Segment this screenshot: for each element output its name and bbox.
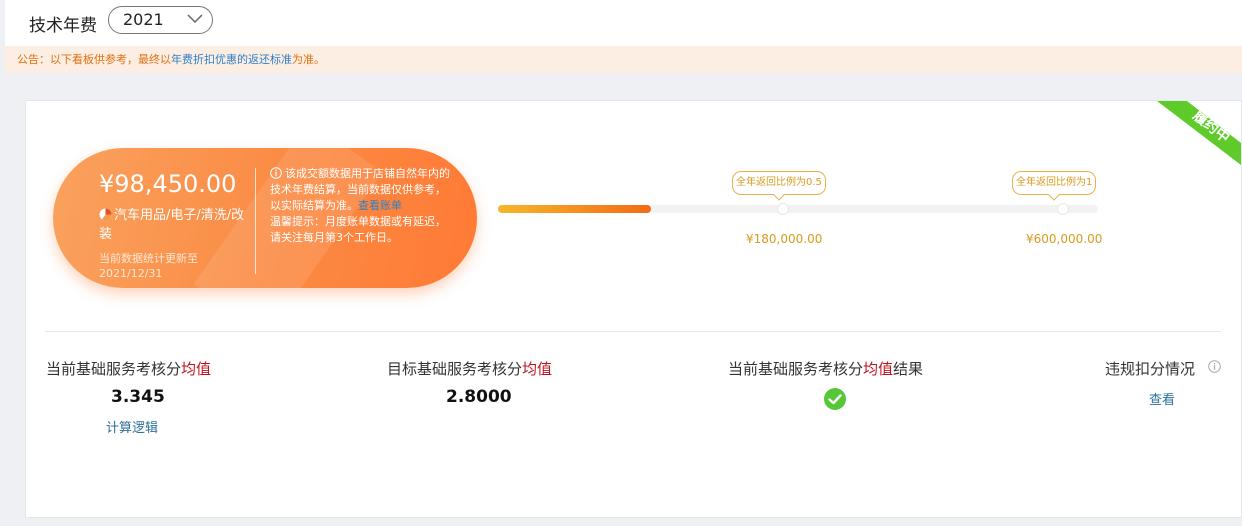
year-label: 技术年费 bbox=[29, 16, 97, 36]
category-text: 汽车用品/电子/清洗/改装 bbox=[99, 206, 249, 244]
violation-label: 违规扣分情况 bbox=[1105, 360, 1196, 378]
target-score-label: 目标基础服务考核分均值 bbox=[387, 360, 553, 378]
pill-divider bbox=[255, 168, 256, 274]
notice-suffix: 为准。 bbox=[292, 53, 325, 66]
fee-card: 履约中 ¥98,450.00 汽车用品/电子/清洗/改装 当前数据统计更新至 20… bbox=[25, 100, 1242, 518]
notice-bar: 公告：以下看板供参考，最终以年费折扣优惠的返还标准为准。 bbox=[5, 46, 1242, 73]
view-violation-link[interactable]: 查看 bbox=[1149, 389, 1175, 408]
current-score-label: 当前基础服务考核分均值 bbox=[46, 360, 212, 378]
summary-pill: ¥98,450.00 汽车用品/电子/清洗/改装 当前数据统计更新至 2021/1… bbox=[53, 148, 477, 288]
update-info: 当前数据统计更新至 2021/12/31 bbox=[99, 251, 249, 281]
milestone-node-2 bbox=[1057, 203, 1069, 215]
year-select-value: 2021 bbox=[123, 10, 164, 29]
milestone-tag-2: 全年返回比例为1 bbox=[1012, 171, 1097, 195]
view-bill-link[interactable]: 查看账单 bbox=[358, 199, 402, 212]
tip-text: 温馨提示：月度账单数据或有延迟，请关注每月第3个工作日。 bbox=[270, 215, 446, 244]
chevron-down-icon bbox=[187, 14, 203, 24]
year-select[interactable]: 2021 bbox=[108, 6, 213, 34]
section-divider bbox=[45, 331, 1221, 332]
target-score-value: 2.8000 bbox=[446, 387, 512, 407]
progress-track bbox=[498, 205, 1098, 213]
top-bar: 技术年费 2021 bbox=[5, 0, 1242, 46]
milestone-amount-2: ¥600,000.00 bbox=[1026, 232, 1103, 246]
status-ribbon: 履约中 bbox=[1157, 101, 1241, 165]
milestone-tag-1: 全年返回比例为0.5 bbox=[732, 171, 826, 195]
pie-chart-icon bbox=[99, 208, 112, 221]
check-circle-icon bbox=[824, 388, 846, 410]
info-icon bbox=[270, 167, 282, 179]
summary-amount: ¥98,450.00 bbox=[99, 170, 237, 198]
milestone-node-1 bbox=[777, 203, 789, 215]
notice-link[interactable]: 年费折扣优惠的返还标准 bbox=[171, 53, 292, 66]
calculation-logic-link[interactable]: 计算逻辑 bbox=[106, 417, 158, 436]
question-icon[interactable] bbox=[1208, 360, 1221, 373]
milestone-amount-1: ¥180,000.00 bbox=[746, 232, 823, 246]
category-label: 汽车用品/电子/清洗/改装 bbox=[99, 208, 245, 242]
progress-fill bbox=[498, 205, 651, 213]
update-date: 2021/12/31 bbox=[99, 267, 163, 280]
current-score-value: 3.345 bbox=[111, 387, 165, 407]
update-label: 当前数据统计更新至 bbox=[99, 252, 198, 265]
notice-prefix: 公告：以下看板供参考，最终以 bbox=[17, 53, 171, 66]
pill-info: 该成交额数据用于店铺自然年内的技术年费结算，当前数据仅供参考，以实际结算为准。查… bbox=[270, 166, 450, 246]
result-label: 当前基础服务考核分均值结果 bbox=[728, 360, 924, 378]
